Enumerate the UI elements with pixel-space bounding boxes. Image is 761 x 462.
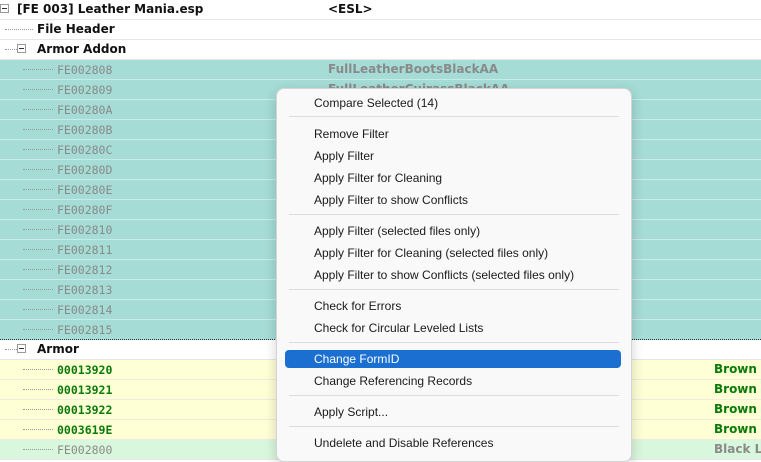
- menu-item-apply-filter-cleaning[interactable]: Apply Filter for Cleaning: [285, 169, 621, 187]
- tree-connector: [23, 209, 53, 210]
- form-id: 0003619E: [57, 423, 113, 437]
- tree-row-file-header[interactable]: File Header: [0, 20, 761, 40]
- menu-item-change-referencing-records[interactable]: Change Referencing Records: [285, 372, 621, 390]
- tree-connector: [23, 309, 53, 310]
- menu-item-apply-filter-selected[interactable]: Apply Filter (selected files only): [285, 222, 621, 240]
- group-label: Armor Addon: [37, 42, 127, 56]
- menu-item-apply-filter-conflicts[interactable]: Apply Filter to show Conflicts: [285, 191, 621, 209]
- group-label: Armor: [37, 342, 79, 356]
- tree-connector: [23, 329, 53, 330]
- form-id: FE00280E: [57, 183, 113, 197]
- menu-separator: [289, 342, 619, 343]
- tree-connector: [23, 449, 53, 450]
- form-id: 00013921: [57, 383, 113, 397]
- form-id: FE00280C: [57, 143, 113, 157]
- tree-connector: [23, 109, 53, 110]
- form-id: FE002808: [57, 63, 113, 77]
- record-name: Black Le: [714, 442, 761, 456]
- tree-row-armor-addon-record[interactable]: FE002808 FullLeatherBootsBlackAA: [0, 60, 761, 80]
- form-id: 00013920: [57, 363, 113, 377]
- tree-connector: [23, 149, 53, 150]
- form-id: FE00280D: [57, 163, 113, 177]
- tree-connector: [23, 389, 53, 390]
- form-id: FE002811: [57, 243, 113, 257]
- record-name: Brown Le: [714, 382, 761, 396]
- form-id: FE00280B: [57, 123, 113, 137]
- collapse-icon[interactable]: [17, 344, 26, 353]
- menu-item-remove-filter[interactable]: Remove Filter: [285, 125, 621, 143]
- plugin-name: [FE 003] Leather Mania.esp: [17, 2, 204, 16]
- menu-separator: [289, 395, 619, 396]
- menu-separator: [289, 116, 619, 117]
- form-id: FE00280A: [57, 103, 113, 117]
- tree-connector: [23, 369, 53, 370]
- form-id: FE00280F: [57, 203, 113, 217]
- menu-item-check-circular-lists[interactable]: Check for Circular Leveled Lists: [285, 319, 621, 337]
- editor-id: FullLeatherBootsBlackAA: [328, 62, 499, 76]
- plugin-flag: <ESL>: [328, 2, 373, 16]
- tree-connector: [5, 29, 33, 30]
- tree-row-armor-addon-group[interactable]: Armor Addon: [0, 40, 761, 60]
- tree-connector: [5, 49, 17, 50]
- menu-item-change-formid[interactable]: Change FormID: [285, 350, 621, 368]
- form-id: FE002814: [57, 303, 113, 317]
- menu-item-apply-filter[interactable]: Apply Filter: [285, 147, 621, 165]
- collapse-icon[interactable]: [0, 4, 9, 13]
- file-header-label: File Header: [37, 22, 115, 36]
- tree-connector: [23, 89, 53, 90]
- form-id: FE002812: [57, 263, 113, 277]
- form-id: FE002813: [57, 283, 113, 297]
- collapse-icon[interactable]: [17, 44, 26, 53]
- form-id: FE002810: [57, 223, 113, 237]
- form-id: FE002815: [57, 323, 113, 337]
- menu-separator: [289, 426, 619, 427]
- record-name: Brown Le: [714, 402, 761, 416]
- tree-row-plugin[interactable]: [FE 003] Leather Mania.esp <ESL>: [0, 0, 761, 20]
- form-id: FE002809: [57, 83, 113, 97]
- tree-connector: [23, 189, 53, 190]
- menu-item-check-errors[interactable]: Check for Errors: [285, 297, 621, 315]
- tree-connector: [23, 249, 53, 250]
- context-menu: Compare Selected (14) Remove Filter Appl…: [276, 88, 632, 462]
- tree-connector: [5, 349, 17, 350]
- menu-item-apply-script[interactable]: Apply Script...: [285, 403, 621, 421]
- tree-connector: [23, 289, 53, 290]
- tree-connector: [23, 429, 53, 430]
- form-id: 00013922: [57, 403, 113, 417]
- tree-connector: [23, 409, 53, 410]
- tree-connector: [23, 69, 53, 70]
- form-id: FE002800: [57, 443, 113, 457]
- tree-connector: [23, 129, 53, 130]
- tree-connector: [23, 269, 53, 270]
- menu-separator: [289, 214, 619, 215]
- menu-item-compare-selected[interactable]: Compare Selected (14): [285, 94, 621, 112]
- record-name: Brown Le: [714, 422, 761, 436]
- menu-item-undelete-disable-references[interactable]: Undelete and Disable References: [285, 434, 621, 452]
- record-name: Brown Le: [714, 362, 761, 376]
- menu-item-apply-filter-conflicts-selected[interactable]: Apply Filter to show Conflicts (selected…: [285, 266, 621, 284]
- menu-item-apply-filter-cleaning-selected[interactable]: Apply Filter for Cleaning (selected file…: [285, 244, 621, 262]
- tree-connector: [23, 169, 53, 170]
- tree-connector: [23, 229, 53, 230]
- menu-separator: [289, 289, 619, 290]
